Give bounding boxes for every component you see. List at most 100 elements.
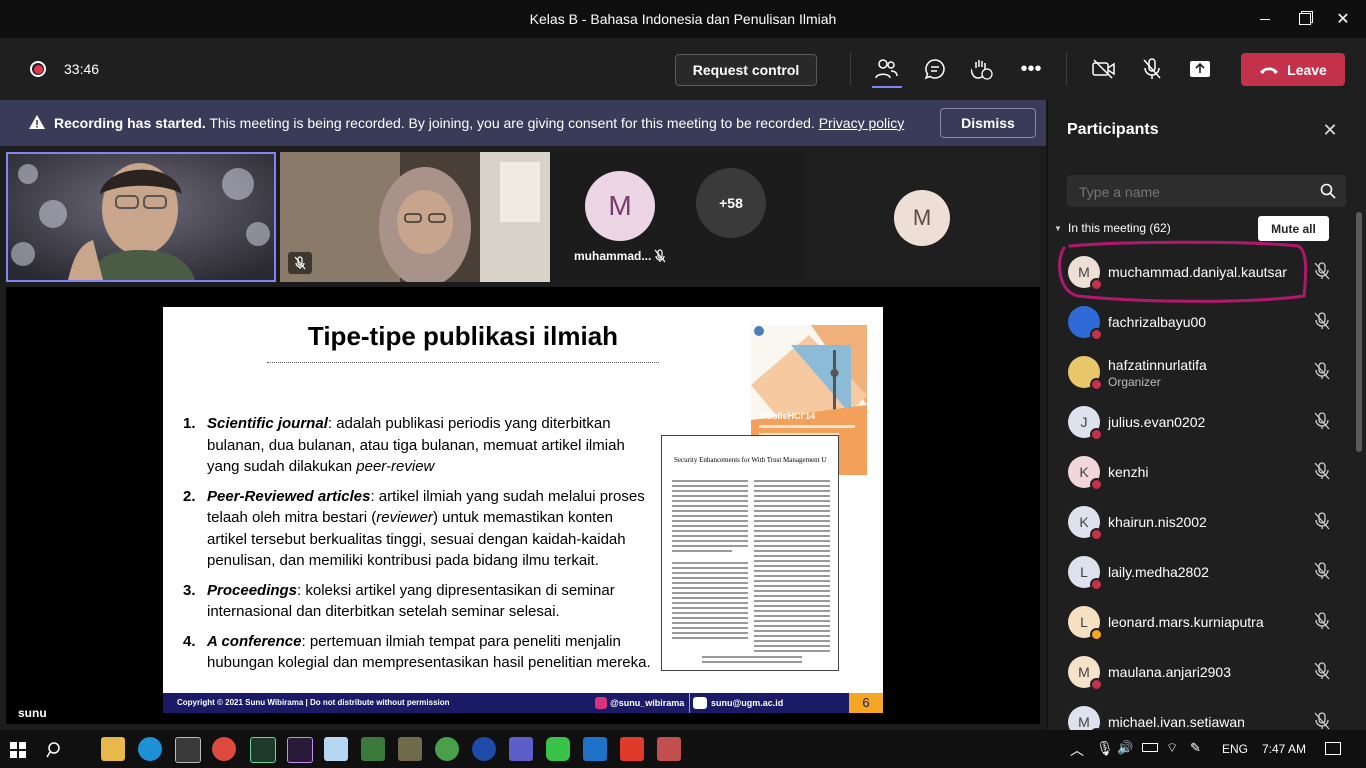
video-tile-participant[interactable] xyxy=(280,152,550,282)
teams-icon[interactable] xyxy=(509,737,533,761)
mic-off-icon[interactable] xyxy=(1312,261,1332,281)
item-number: 1. xyxy=(183,415,196,432)
slide-list-item: 3. Proceedings: koleksi artikel yang dipr… xyxy=(183,580,653,623)
presenter-name: sunu xyxy=(18,706,47,720)
wifi-icon[interactable]: ⌔ xyxy=(1166,740,1178,756)
camera-toggle-button[interactable] xyxy=(1084,38,1124,100)
overflow-participants-button[interactable]: +58 xyxy=(696,168,766,238)
warning-icon xyxy=(29,115,45,129)
volume-icon[interactable]: 🔊 xyxy=(1117,740,1133,756)
audition-icon[interactable] xyxy=(250,737,276,763)
item-term: A conference xyxy=(207,632,302,650)
slide-title: Tipe-tipe publikasi ilmiah xyxy=(307,321,619,351)
mic-off-icon[interactable] xyxy=(1312,661,1332,681)
panel-title: Participants xyxy=(1067,121,1159,138)
dismiss-button[interactable]: Dismiss xyxy=(940,108,1036,138)
participant-row[interactable]: Lleonard.mars.kurniaputra xyxy=(1048,597,1358,647)
raise-hand-icon xyxy=(971,60,993,80)
privacy-policy-link[interactable]: Privacy policy xyxy=(819,115,905,131)
toolbar-divider xyxy=(850,52,851,86)
app-icon[interactable] xyxy=(657,737,681,761)
video-tile-speaker[interactable] xyxy=(6,152,276,282)
presence-indicator xyxy=(1090,378,1103,391)
meeting-timer: 33:46 xyxy=(64,61,100,77)
title-bar: Kelas B - Bahasa Indonesia dan Penulisan… xyxy=(0,0,1366,38)
participant-search-input[interactable] xyxy=(1077,175,1311,209)
app-icon[interactable] xyxy=(361,737,385,761)
item-italic: reviewer xyxy=(376,509,433,526)
tile-participant-name: muhammad... xyxy=(574,249,652,263)
participant-row[interactable]: fachrizalbayu00 xyxy=(1048,297,1358,347)
mic-off-icon xyxy=(1143,58,1161,79)
mic-off-icon[interactable] xyxy=(1312,511,1332,531)
page-number: 6 xyxy=(849,693,883,713)
tile-avatar[interactable]: M xyxy=(585,171,655,241)
request-control-button[interactable]: Request control xyxy=(675,54,817,86)
store-icon[interactable] xyxy=(175,737,201,763)
panel-scrollbar[interactable] xyxy=(1356,212,1362,452)
search-icon[interactable] xyxy=(46,741,64,759)
reactions-button[interactable] xyxy=(962,38,1002,100)
battery-icon[interactable] xyxy=(1142,743,1158,752)
participant-search-box[interactable] xyxy=(1067,175,1346,209)
mic-off-icon[interactable] xyxy=(1312,411,1332,431)
instagram-icon xyxy=(595,697,607,709)
microphone-tray-icon[interactable]: 🎙 xyxy=(1096,740,1114,757)
vscode-icon[interactable] xyxy=(583,737,607,761)
people-icon xyxy=(875,59,898,79)
edge-icon[interactable] xyxy=(138,737,162,761)
file-explorer-icon[interactable] xyxy=(101,737,125,761)
participant-row[interactable]: Llaily.medha2802 xyxy=(1048,547,1358,597)
leave-button[interactable]: Leave xyxy=(1241,53,1345,86)
item-term: Proceedings xyxy=(207,581,298,599)
recording-text: This meeting is being recorded. By joini… xyxy=(205,115,819,131)
paper-text-lines xyxy=(672,480,830,663)
chevron-down-icon[interactable]: ▼ xyxy=(1054,224,1062,233)
meeting-toolbar: 33:46 Request control ••• Leave xyxy=(0,38,1366,100)
line-icon[interactable] xyxy=(546,737,570,761)
pdf-reader-icon[interactable] xyxy=(620,737,644,761)
participant-row[interactable]: Jjulius.evan0202 xyxy=(1048,397,1358,447)
notepad-icon[interactable] xyxy=(324,737,348,761)
language-indicator[interactable]: ENG xyxy=(1222,730,1248,768)
mic-off-icon[interactable] xyxy=(1312,311,1332,331)
windows-start-icon[interactable] xyxy=(10,742,26,758)
participant-name: maulana.anjari2903 xyxy=(1108,664,1231,680)
annotation-ink xyxy=(1058,240,1308,303)
participant-row[interactable]: hafzatinnurlatifa Organizer xyxy=(1048,347,1358,397)
app-icon[interactable] xyxy=(435,737,459,761)
app-icon[interactable] xyxy=(398,737,422,761)
app-icon[interactable] xyxy=(472,737,496,761)
mute-all-button[interactable]: Mute all xyxy=(1258,216,1329,241)
section-header[interactable]: In this meeting (62) xyxy=(1068,221,1171,235)
participant-row[interactable]: Kkhairun.nis2002 xyxy=(1048,497,1358,547)
notification-icon[interactable] xyxy=(1325,742,1341,755)
close-panel-button[interactable]: ✕ xyxy=(1318,118,1342,142)
chrome-icon[interactable] xyxy=(212,737,236,761)
participant-row[interactable]: Mmaulana.anjari2903 xyxy=(1048,647,1358,697)
minimize-icon xyxy=(1260,18,1270,20)
more-actions-button[interactable]: ••• xyxy=(1011,38,1051,100)
window-title: Kelas B - Bahasa Indonesia dan Penulisan… xyxy=(529,11,837,27)
slide-list-item: 2. Peer-Reviewed articles: artikel ilmiah… xyxy=(183,486,653,572)
item-number: 4. xyxy=(183,632,196,650)
mic-off-icon xyxy=(294,256,306,270)
share-tray-button[interactable] xyxy=(1180,38,1220,100)
mic-off-icon[interactable] xyxy=(1312,461,1332,481)
pen-icon[interactable]: ✎ xyxy=(1190,740,1201,756)
presence-indicator xyxy=(1090,628,1103,641)
premiere-icon[interactable] xyxy=(287,737,313,763)
close-window-button[interactable]: ✕ xyxy=(1320,0,1366,38)
mic-off-icon[interactable] xyxy=(1312,711,1332,731)
clock[interactable]: 7:47 AM xyxy=(1262,730,1306,768)
participant-row[interactable]: Kkenzhi xyxy=(1048,447,1358,497)
mic-off-icon[interactable] xyxy=(1312,561,1332,581)
mic-off-icon[interactable] xyxy=(1312,361,1332,381)
participants-button[interactable] xyxy=(866,38,906,100)
chat-button[interactable] xyxy=(915,38,955,100)
chevron-up-icon[interactable]: ︿ xyxy=(1070,740,1084,760)
presence-indicator xyxy=(1090,428,1103,441)
participant-name: leonard.mars.kurniaputra xyxy=(1108,614,1264,630)
mic-off-icon[interactable] xyxy=(1312,611,1332,631)
mic-toggle-button[interactable] xyxy=(1132,38,1172,100)
